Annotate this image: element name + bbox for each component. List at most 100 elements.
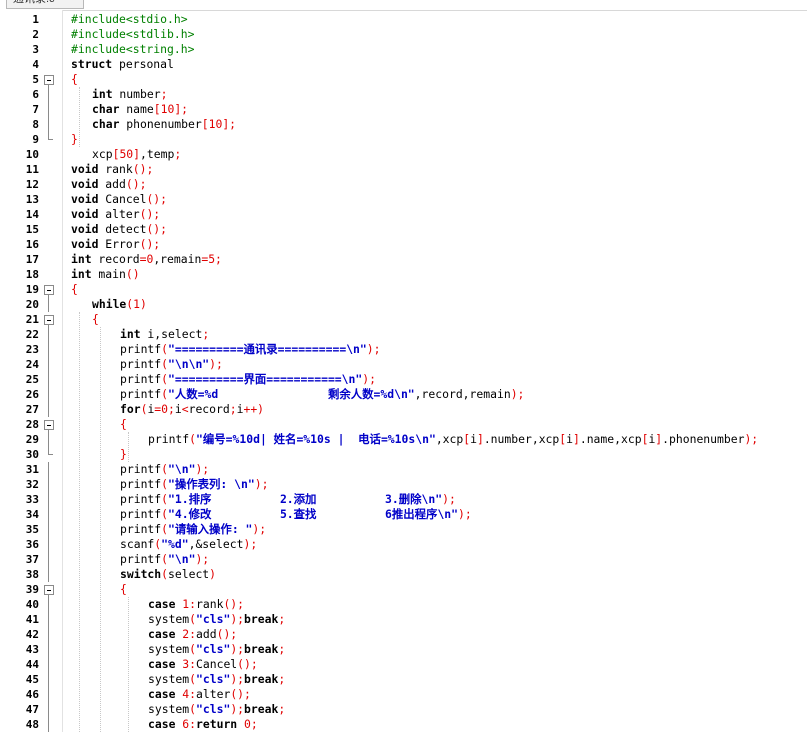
fold-guide-line (44, 717, 54, 732)
code-line[interactable]: 3 #include<string.h> (0, 42, 807, 57)
code-token: ; (202, 327, 210, 341)
fold-collapse-icon[interactable] (44, 72, 54, 87)
code-line[interactable]: 35 printf("请输入操作: "); (0, 522, 807, 537)
code-token: "%d" (161, 537, 189, 551)
code-line[interactable]: 23 printf("==========通讯录==========\n"); (0, 342, 807, 357)
code-line[interactable]: 10 xcp[50],temp; (0, 147, 807, 162)
code-line[interactable]: 40 case 1:rank(); (0, 597, 807, 612)
code-token: (); (223, 597, 245, 611)
code-line[interactable]: 43 system("cls");break; (0, 642, 807, 657)
code-line[interactable]: 30} (0, 447, 807, 462)
code-line[interactable]: 6 int number; (0, 87, 807, 102)
code-token: ; (278, 612, 286, 626)
code-line[interactable]: 39 { (0, 582, 807, 597)
code-line[interactable]: 5{ (0, 72, 807, 87)
code-text: { (71, 282, 78, 297)
code-token: rank (196, 597, 224, 611)
code-line[interactable]: 34 printf("4.修改 5.查找 6推出程序\n"); (0, 507, 807, 522)
code-token: ; (168, 402, 175, 416)
code-line[interactable]: 8 char phonenumber[10]; (0, 117, 807, 132)
code-line[interactable]: 26 printf("人数=%d 剩余人数=%d\n",record,remain… (0, 387, 807, 402)
code-line[interactable]: 29 printf("编号=%10d| 姓名=%10s | 电话=%10s\n",… (0, 432, 807, 447)
code-editor[interactable]: 1 #include<stdio.h> 2 #include<stdlib.h> 3 #i… (0, 10, 807, 732)
code-token: printf (120, 552, 162, 566)
code-token: ( (161, 357, 169, 371)
code-line[interactable]: 18 int main() (0, 267, 807, 282)
code-line[interactable]: 12 void add(); (0, 177, 807, 192)
code-token: printf (120, 342, 162, 356)
fold-collapse-icon[interactable] (44, 582, 54, 597)
code-text: printf("==========界面===========\n"); (120, 372, 376, 387)
code-token: system (148, 642, 190, 656)
code-line[interactable]: 38 switch(select) (0, 567, 807, 582)
code-token: ; (278, 702, 286, 716)
code-line[interactable]: 27 for(i=0;i<record;i++) (0, 402, 807, 417)
line-number: 48 (25, 718, 39, 731)
code-line[interactable]: 17 int record=0,remain=5; (0, 252, 807, 267)
code-text: } (120, 447, 127, 462)
code-token: ( (161, 477, 169, 491)
code-line[interactable]: 33 printf("1.排序 2.添加 3.删除\n"); (0, 492, 807, 507)
code-token: ,remain (153, 252, 202, 266)
code-token: "==========通讯录==========\n" (168, 342, 367, 356)
code-line[interactable]: 28 { (0, 417, 807, 432)
code-token: ] (476, 432, 484, 446)
line-number: 21 (25, 313, 39, 326)
code-line[interactable]: 16 void Error(); (0, 237, 807, 252)
code-line[interactable]: 37 printf("\n"); (0, 552, 807, 567)
code-line[interactable]: 19 { (0, 282, 807, 297)
code-line[interactable]: 36 scanf("%d",&select); (0, 537, 807, 552)
fold-collapse-icon[interactable] (44, 312, 54, 327)
code-token: printf (120, 507, 162, 521)
fold-collapse-icon[interactable] (44, 282, 54, 297)
fold-guide-line (44, 387, 54, 402)
code-token: } (120, 447, 127, 461)
code-line[interactable]: 1 #include<stdio.h> (0, 12, 807, 27)
code-line[interactable]: 24 printf("\n\n"); (0, 357, 807, 372)
code-line[interactable]: 32 printf("操作表列: \n"); (0, 477, 807, 492)
code-token: case (148, 717, 176, 731)
code-line[interactable]: 11 void rank(); (0, 162, 807, 177)
fold-guide-line (44, 507, 54, 522)
code-line[interactable]: 2 #include<stdlib.h> (0, 27, 807, 42)
code-token: .name,xcp (579, 432, 642, 446)
code-token: 50 (119, 147, 134, 161)
code-line[interactable]: 22 int i,select; (0, 327, 807, 342)
code-text: printf("\n"); (120, 552, 209, 567)
code-line[interactable]: 13 void Cancel(); (0, 192, 807, 207)
code-line[interactable]: 42 case 2:add(); (0, 627, 807, 642)
code-line[interactable]: 14 void alter(); (0, 207, 807, 222)
code-line[interactable]: 7 char name[10]; (0, 102, 807, 117)
fold-guide-line (44, 702, 54, 717)
code-line[interactable]: 9} (0, 132, 807, 147)
code-token: ); (254, 477, 269, 491)
code-text: void add(); (71, 177, 146, 192)
indent-guide (79, 312, 80, 732)
fold-collapse-icon[interactable] (44, 417, 54, 432)
code-line[interactable]: 41 system("cls");break; (0, 612, 807, 627)
code-line[interactable]: 31 printf("\n"); (0, 462, 807, 477)
code-line[interactable]: 25 printf("==========界面===========\n"); (0, 372, 807, 387)
code-line[interactable]: 46 case 4:alter(); (0, 687, 807, 702)
code-line[interactable]: 48 case 6:return 0; (0, 717, 807, 732)
code-line[interactable]: 20 while(1) (0, 297, 807, 312)
code-line[interactable]: 45 system("cls");break; (0, 672, 807, 687)
code-line[interactable]: 21 { (0, 312, 807, 327)
fold-guide-line (44, 462, 54, 477)
code-token: (); (139, 237, 161, 251)
line-number: 2 (32, 28, 39, 41)
code-token: .number,xcp (483, 432, 560, 446)
line-number: 35 (25, 523, 39, 536)
code-token: ); (442, 492, 456, 506)
code-text: void rank(); (71, 162, 153, 177)
fold-guide-line (44, 192, 54, 207)
code-line[interactable]: 4 struct personal (0, 57, 807, 72)
code-line[interactable]: 47 system("cls");break; (0, 702, 807, 717)
file-tab[interactable]: 通讯录.c (6, 0, 84, 9)
code-line[interactable]: 15 void detect(); (0, 222, 807, 237)
code-line[interactable]: 44 case 3:Cancel(); (0, 657, 807, 672)
line-number: 43 (25, 643, 39, 656)
indent-guide (128, 432, 129, 462)
code-token: ); (744, 432, 759, 446)
code-token: ; (229, 402, 237, 416)
